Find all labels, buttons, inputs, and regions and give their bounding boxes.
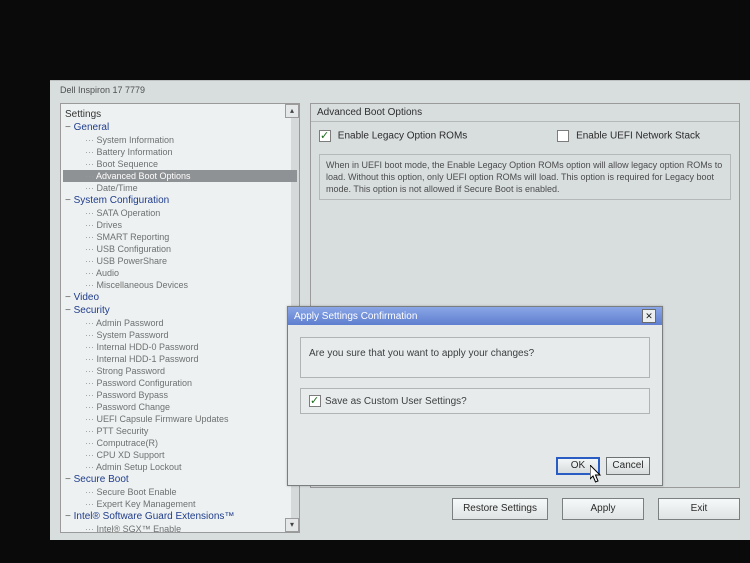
tree-item[interactable]: Audio (63, 267, 297, 279)
tree-root[interactable]: Settings (63, 108, 297, 121)
dialog-title: Apply Settings Confirmation (294, 311, 417, 322)
tree-item[interactable]: Advanced Boot Options (63, 170, 297, 182)
dialog-message: Are you sure that you want to apply your… (300, 337, 650, 378)
dialog-titlebar: Apply Settings Confirmation ✕ (288, 307, 662, 325)
panel-title: Advanced Boot Options (311, 104, 739, 122)
tree-item[interactable]: CPU XD Support (63, 449, 297, 461)
tree-category[interactable]: General (63, 121, 297, 134)
tree-item[interactable]: Intel® SGX™ Enable (63, 523, 297, 533)
checkbox-label: Save as Custom User Settings? (325, 396, 467, 407)
tree-item[interactable]: USB PowerShare (63, 255, 297, 267)
tree-item[interactable]: Battery Information (63, 146, 297, 158)
tree-item[interactable]: SATA Operation (63, 207, 297, 219)
tree-item[interactable]: Strong Password (63, 365, 297, 377)
tree-category[interactable]: Security (63, 304, 297, 317)
tree-item[interactable]: Miscellaneous Devices (63, 279, 297, 291)
check-icon (309, 395, 321, 407)
tree-item[interactable]: Admin Setup Lockout (63, 461, 297, 473)
check-icon (319, 130, 331, 142)
checkbox-enable-legacy-roms[interactable]: Enable Legacy Option ROMs (319, 130, 467, 142)
tree-item[interactable]: Boot Sequence (63, 158, 297, 170)
tree-item[interactable]: UEFI Capsule Firmware Updates (63, 413, 297, 425)
apply-settings-dialog: Apply Settings Confirmation ✕ Are you su… (287, 306, 663, 486)
tree-scroll-down[interactable]: ▾ (285, 518, 299, 532)
tree-item[interactable]: Internal HDD-0 Password (63, 341, 297, 353)
checkbox-label: Enable UEFI Network Stack (576, 131, 700, 142)
tree-scroll-up[interactable]: ▴ (285, 104, 299, 118)
tree-item[interactable]: Date/Time (63, 182, 297, 194)
cancel-button[interactable]: Cancel (606, 457, 650, 475)
checkbox-label: Enable Legacy Option ROMs (338, 131, 468, 142)
tree-item[interactable]: Secure Boot Enable (63, 486, 297, 498)
tree-category[interactable]: Intel® Software Guard Extensions™ (63, 510, 297, 523)
tree-item[interactable]: Password Configuration (63, 377, 297, 389)
tree-item[interactable]: Computrace(R) (63, 437, 297, 449)
tree-category[interactable]: System Configuration (63, 194, 297, 207)
tree-item[interactable]: Admin Password (63, 317, 297, 329)
checkbox-enable-uefi-network-stack[interactable]: Enable UEFI Network Stack (557, 130, 700, 142)
tree-item[interactable]: PTT Security (63, 425, 297, 437)
close-icon[interactable]: ✕ (642, 309, 656, 323)
ok-button[interactable]: OK (556, 457, 600, 475)
bottom-bar: Restore Settings Apply Exit (310, 498, 740, 526)
tree-item[interactable]: System Password (63, 329, 297, 341)
tree-item[interactable]: Password Bypass (63, 389, 297, 401)
checkbox-empty-icon (557, 130, 569, 142)
exit-button[interactable]: Exit (658, 498, 740, 520)
tree-item[interactable]: SMART Reporting (63, 231, 297, 243)
checkbox-save-custom-settings[interactable]: Save as Custom User Settings? (300, 388, 650, 414)
bios-window: Dell Inspiron 17 7779 ▴ Settings General… (50, 80, 750, 540)
settings-tree-panel: ▴ Settings GeneralSystem InformationBatt… (60, 103, 300, 533)
tree-item[interactable]: System Information (63, 134, 297, 146)
tree-item[interactable]: Internal HDD-1 Password (63, 353, 297, 365)
apply-button[interactable]: Apply (562, 498, 644, 520)
tree-item[interactable]: Password Change (63, 401, 297, 413)
tree-item[interactable]: Drives (63, 219, 297, 231)
panel-description: When in UEFI boot mode, the Enable Legac… (319, 154, 731, 200)
tree-category[interactable]: Secure Boot (63, 473, 297, 486)
restore-settings-button[interactable]: Restore Settings (452, 498, 548, 520)
tree-item[interactable]: Expert Key Management (63, 498, 297, 510)
tree-item[interactable]: USB Configuration (63, 243, 297, 255)
window-title: Dell Inspiron 17 7779 (60, 85, 145, 95)
tree-category[interactable]: Video (63, 291, 297, 304)
